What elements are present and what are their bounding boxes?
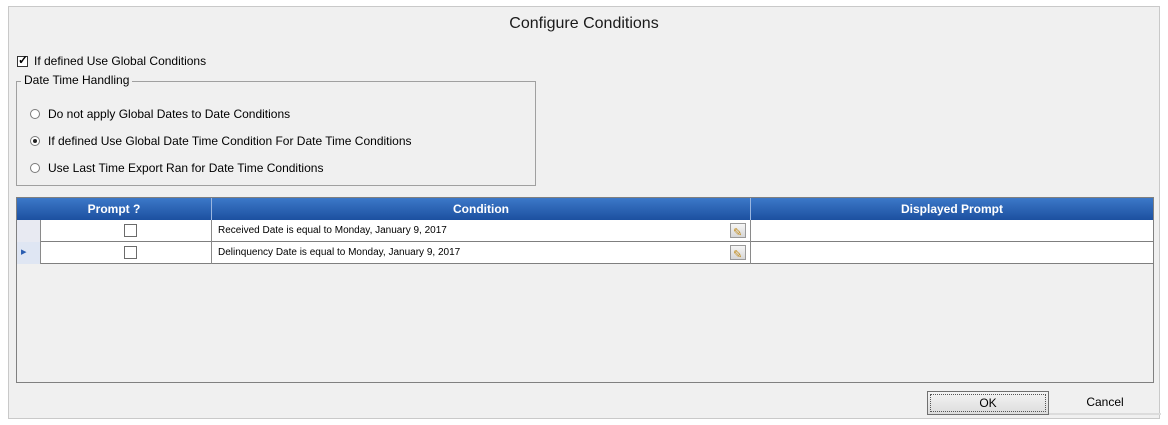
pencil-icon: ✎ (733, 249, 743, 261)
displayed-prompt-cell[interactable] (751, 220, 1153, 242)
row-header[interactable] (17, 220, 41, 242)
dialog-title: Configure Conditions (509, 15, 659, 32)
prompt-cell (41, 220, 212, 242)
radio-button[interactable] (30, 163, 40, 173)
configure-conditions-dialog: Configure Conditions If defined Use Glob… (8, 6, 1161, 419)
pencil-icon: ✎ (733, 227, 743, 239)
prompt-cell (41, 242, 212, 264)
condition-text: Received Date is equal to Monday, Januar… (218, 225, 447, 236)
condition-text: Delinquency Date is equal to Monday, Jan… (218, 247, 461, 258)
global-conditions-checkbox[interactable] (17, 53, 28, 67)
condition-cell[interactable]: Delinquency Date is equal to Monday, Jan… (212, 242, 751, 264)
date-time-handling-label: Date Time Handling (21, 73, 133, 87)
displayed-prompt-cell[interactable] (751, 242, 1153, 264)
global-conditions-checkbox-row[interactable]: If defined Use Global Conditions (17, 53, 206, 69)
conditions-grid[interactable]: Prompt ? Condition Displayed Prompt Rece… (16, 197, 1154, 383)
cancel-button[interactable]: Cancel (1049, 391, 1161, 415)
row-header[interactable]: ▸ (17, 242, 41, 264)
edit-condition-button[interactable]: ✎ (730, 223, 746, 239)
radio-label: Use Last Time Export Ran for Date Time C… (48, 161, 324, 175)
edit-condition-button[interactable]: ✎ (730, 245, 746, 261)
radio-option-last-export-time[interactable]: Use Last Time Export Ran for Date Time C… (30, 160, 323, 176)
column-header-displayed-prompt[interactable]: Displayed Prompt (751, 198, 1153, 220)
new-row-icon: ▸ (21, 246, 27, 258)
radio-button[interactable] (30, 136, 40, 146)
column-header-condition[interactable]: Condition (212, 198, 751, 220)
prompt-checkbox[interactable] (124, 246, 137, 259)
grid-header: Prompt ? Condition Displayed Prompt (17, 198, 1153, 220)
radio-button[interactable] (30, 109, 40, 119)
table-row[interactable]: ▸ Delinquency Date is equal to Monday, J… (17, 242, 1153, 264)
prompt-checkbox[interactable] (124, 224, 137, 237)
radio-option-global-date-time[interactable]: If defined Use Global Date Time Conditio… (30, 133, 412, 149)
ok-button[interactable]: OK (927, 391, 1049, 415)
radio-label: Do not apply Global Dates to Date Condit… (48, 107, 291, 121)
radio-option-no-global-dates[interactable]: Do not apply Global Dates to Date Condit… (30, 106, 290, 122)
column-header-prompt[interactable]: Prompt ? (17, 198, 212, 220)
global-conditions-label: If defined Use Global Conditions (34, 54, 207, 68)
table-row[interactable]: Received Date is equal to Monday, Januar… (17, 220, 1153, 242)
condition-cell[interactable]: Received Date is equal to Monday, Januar… (212, 220, 751, 242)
radio-label: If defined Use Global Date Time Conditio… (48, 134, 412, 148)
